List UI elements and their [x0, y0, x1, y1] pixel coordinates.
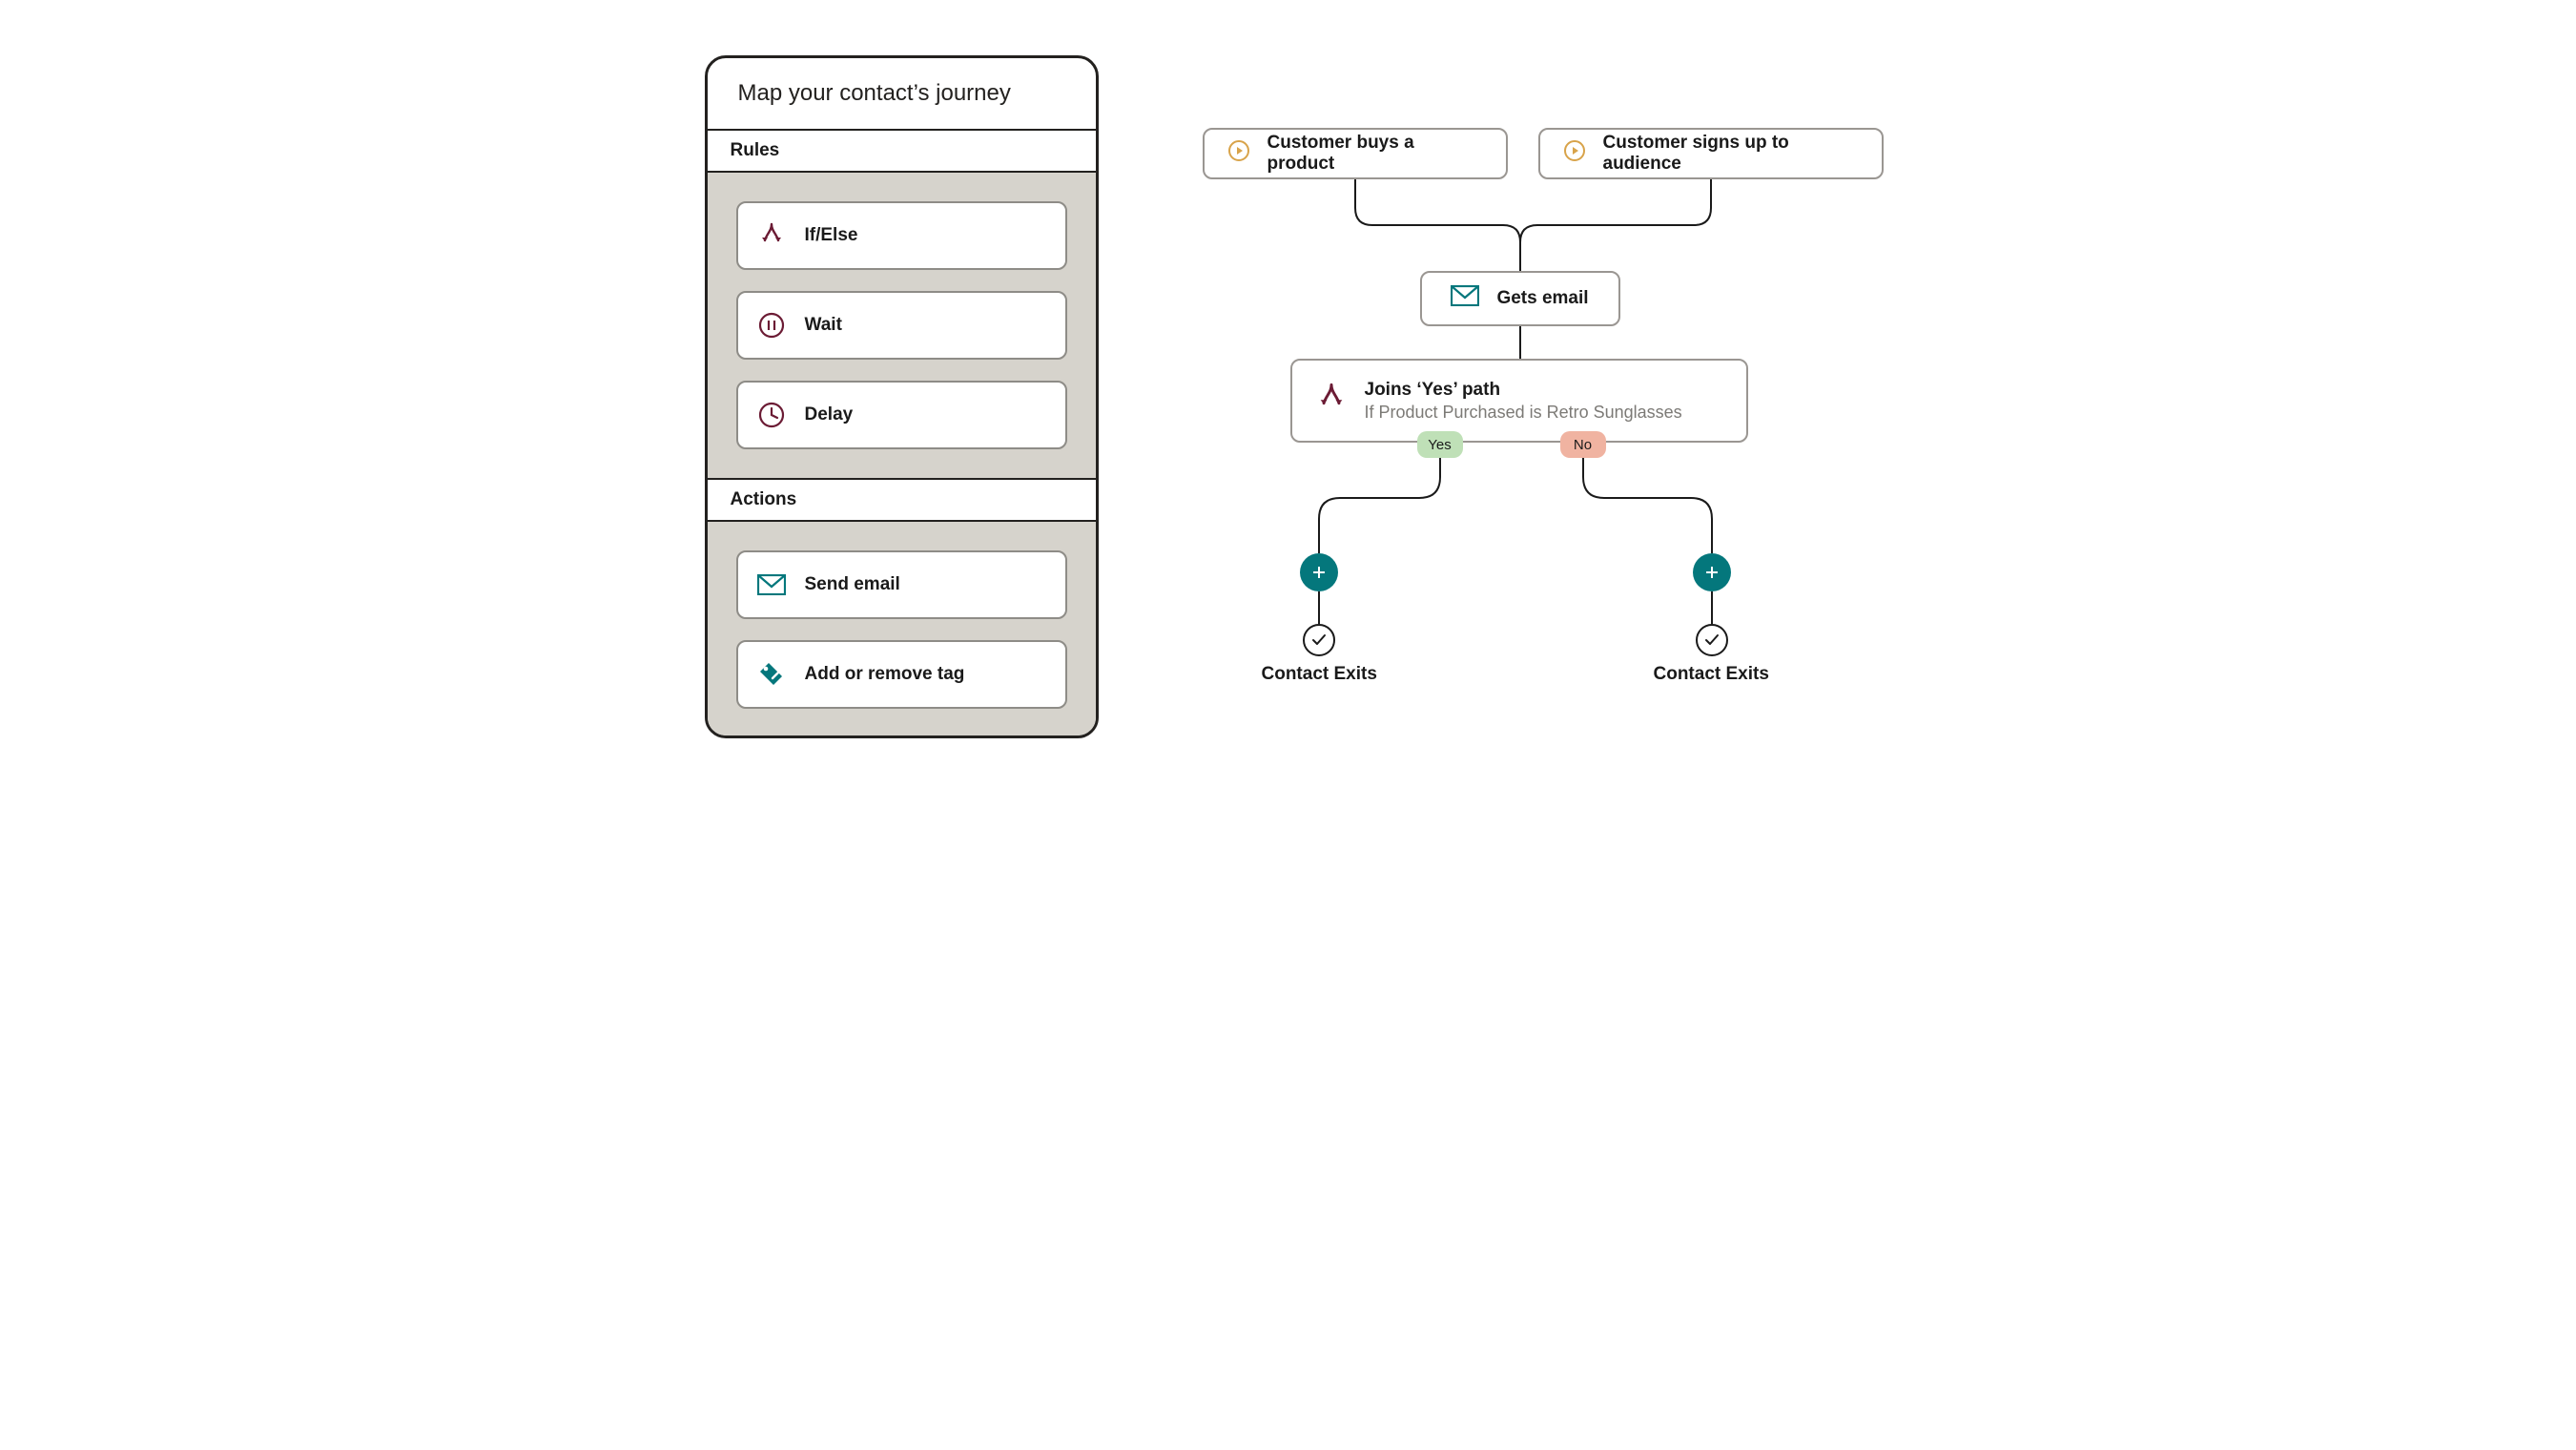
rules-section-header: Rules — [708, 131, 1096, 173]
branch-icon — [1315, 382, 1348, 420]
condition-subtitle: If Product Purchased is Retro Sunglasses — [1365, 403, 1682, 423]
rule-label: Delay — [805, 404, 854, 425]
trigger-node-signs-up[interactable]: Customer signs up to audience — [1538, 128, 1884, 179]
trigger-label: Customer buys a product — [1267, 133, 1483, 175]
rule-if-else[interactable]: If/Else — [736, 201, 1067, 270]
add-step-no-button[interactable] — [1693, 553, 1731, 591]
email-node[interactable]: Gets email — [1420, 271, 1620, 326]
play-icon — [1563, 139, 1586, 168]
condition-node[interactable]: Joins ‘Yes’ path If Product Purchased is… — [1290, 359, 1748, 443]
no-pill: No — [1560, 431, 1606, 458]
email-node-label: Gets email — [1496, 288, 1588, 309]
exit-label: Contact Exits — [1654, 664, 1769, 685]
rules-section-body: If/Else Wait — [708, 173, 1096, 480]
journey-palette-panel: Map your contact’s journey Rules If/Else — [705, 55, 1099, 738]
journey-canvas: Customer buys a product Customer signs u… — [1126, 0, 1966, 784]
rule-label: If/Else — [805, 225, 858, 246]
play-icon — [1227, 139, 1250, 168]
exit-check-icon — [1696, 624, 1728, 656]
email-icon — [757, 570, 786, 599]
actions-section-header: Actions — [708, 480, 1096, 522]
trigger-node-buys-product[interactable]: Customer buys a product — [1203, 128, 1508, 179]
branch-icon — [757, 221, 786, 250]
action-add-remove-tag[interactable]: Add or remove tag — [736, 640, 1067, 709]
action-send-email[interactable]: Send email — [736, 550, 1067, 619]
email-icon — [1451, 285, 1479, 312]
pause-icon — [757, 311, 786, 340]
action-label: Send email — [805, 574, 900, 595]
rule-label: Wait — [805, 315, 842, 336]
condition-title: Joins ‘Yes’ path — [1365, 380, 1682, 401]
exit-check-icon — [1303, 624, 1335, 656]
rule-wait[interactable]: Wait — [736, 291, 1067, 360]
add-step-yes-button[interactable] — [1300, 553, 1338, 591]
clock-icon — [757, 401, 786, 429]
trigger-label: Customer signs up to audience — [1603, 133, 1859, 175]
rule-delay[interactable]: Delay — [736, 381, 1067, 449]
yes-pill: Yes — [1417, 431, 1463, 458]
tag-icon — [757, 660, 786, 689]
actions-section-body: Send email Add or remove tag — [708, 522, 1096, 737]
exit-label: Contact Exits — [1262, 664, 1377, 685]
action-label: Add or remove tag — [805, 664, 965, 685]
panel-title: Map your contact’s journey — [708, 58, 1096, 131]
